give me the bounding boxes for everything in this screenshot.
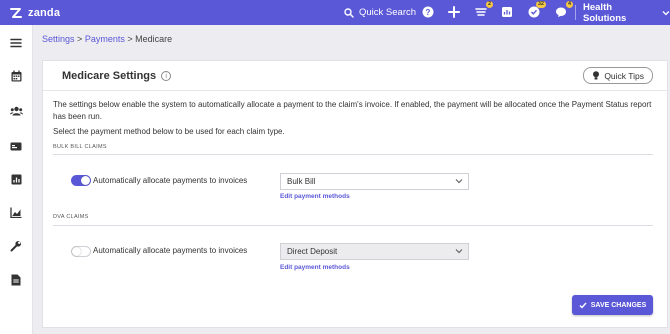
lightbulb-icon <box>593 71 600 80</box>
calendar-icon[interactable] <box>9 69 23 83</box>
check-icon <box>579 302 587 309</box>
breadcrumb-separator: > <box>77 34 83 44</box>
bulk-bill-section-label: BULK BILL CLAIMS <box>53 144 107 150</box>
chat-badge: 4 <box>565 1 573 8</box>
quick-search-button[interactable]: Quick Search <box>344 0 416 25</box>
sidebar <box>0 25 33 334</box>
quick-tips-button[interactable]: Quick Tips <box>583 67 653 84</box>
info-icon[interactable]: i <box>161 71 172 81</box>
analytics-icon[interactable] <box>9 205 23 219</box>
quick-search-label: Quick Search <box>359 7 417 18</box>
settings-description: The settings below enable the system to … <box>53 100 652 121</box>
svg-text:?: ? <box>426 8 431 17</box>
checklist-badge: 32 <box>535 1 546 8</box>
add-icon[interactable] <box>447 5 461 19</box>
bulk-bill-edit-payment-methods-link[interactable]: Edit payment methods <box>280 193 350 200</box>
tasks-icon[interactable]: 2 <box>474 1 493 19</box>
medicare-settings-card: Medicare Settings i Quick Tips The setti… <box>42 60 668 328</box>
menu-icon[interactable] <box>9 36 23 50</box>
toggle-knob <box>72 247 81 256</box>
card-header-divider <box>43 90 667 91</box>
chat-icon[interactable]: 4 <box>554 1 573 19</box>
page-title: Medicare Settings i <box>62 70 172 82</box>
document-icon[interactable] <box>9 273 23 287</box>
breadcrumb-current: Medicare <box>135 34 173 44</box>
bulk-bill-payment-method-select[interactable]: Bulk Bill <box>280 173 469 190</box>
select-value: Direct Deposit <box>287 247 338 256</box>
breadcrumb-payments-link[interactable]: Payments <box>85 34 125 44</box>
chevron-down-icon <box>455 179 463 184</box>
chevron-down-icon <box>455 249 463 254</box>
tasks-badge: 2 <box>485 1 493 8</box>
organization-menu[interactable]: Health Solutions <box>583 0 670 25</box>
page-title-text: Medicare Settings <box>62 70 157 82</box>
dva-edit-payment-methods-link[interactable]: Edit payment methods <box>280 264 350 271</box>
zanda-logo[interactable]: zanda <box>8 0 60 25</box>
billing-icon[interactable] <box>9 139 23 153</box>
chevron-down-icon <box>662 10 670 15</box>
reports-sidebar-icon[interactable] <box>9 172 23 186</box>
topbar-divider <box>575 5 576 20</box>
breadcrumb-separator: > <box>127 34 133 44</box>
breadcrumb: Settings > Payments > Medicare <box>42 34 172 44</box>
help-icon[interactable]: ? <box>421 5 435 19</box>
save-changes-button[interactable]: SAVE CHANGES <box>572 295 653 315</box>
settings-wrench-icon[interactable] <box>9 239 23 253</box>
toggle-knob <box>81 176 90 185</box>
organization-name: Health Solutions <box>583 1 627 24</box>
logo-text: zanda <box>28 6 61 19</box>
clients-icon[interactable] <box>9 104 23 118</box>
section-divider <box>53 225 653 226</box>
settings-instruction: Select the payment method below to be us… <box>53 127 285 136</box>
quick-tips-label: Quick Tips <box>604 70 644 81</box>
dva-section-label: DVA CLAIMS <box>53 214 89 220</box>
select-value: Bulk Bill <box>287 177 316 186</box>
zanda-logo-icon <box>10 7 22 18</box>
search-icon <box>344 7 354 18</box>
reports-icon[interactable] <box>500 5 514 19</box>
save-changes-label: SAVE CHANGES <box>590 301 647 309</box>
bulk-bill-auto-allocate-toggle[interactable] <box>71 175 91 186</box>
dva-toggle-label: Automatically allocate payments to invoi… <box>93 246 248 255</box>
checklist-icon[interactable]: 32 <box>527 1 546 19</box>
top-navigation-bar: zanda Quick Search ? 2 32 4 Health Solut… <box>0 0 670 25</box>
bulk-bill-toggle-label: Automatically allocate payments to invoi… <box>93 176 248 185</box>
breadcrumb-settings-link[interactable]: Settings <box>42 34 75 44</box>
dva-payment-method-select[interactable]: Direct Deposit <box>280 243 469 260</box>
section-divider <box>53 154 653 155</box>
dva-auto-allocate-toggle[interactable] <box>71 246 91 257</box>
